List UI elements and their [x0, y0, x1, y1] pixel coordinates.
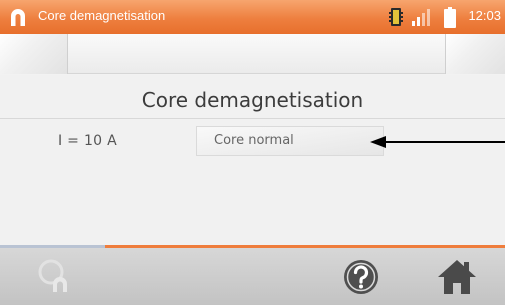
app-title: Core demagnetisation	[38, 8, 166, 23]
tab-right[interactable]	[445, 34, 505, 74]
core-status-field: Core normal	[196, 126, 384, 156]
device-icon	[389, 8, 403, 26]
tab-strip	[0, 34, 505, 74]
divider	[0, 118, 505, 119]
callout-arrow-icon	[370, 136, 505, 148]
start-button[interactable]	[36, 256, 78, 298]
screen: Core demagnetisation 12:03 Core demagnet…	[0, 0, 505, 305]
bottom-toolbar	[0, 248, 505, 305]
clock: 12:03	[468, 8, 501, 23]
page-title: Core demagnetisation	[141, 88, 364, 112]
current-label: I = 10 A	[58, 133, 118, 149]
battery-icon	[444, 7, 456, 28]
main-panel: Core demagnetisation I = 10 A Core norma…	[0, 75, 505, 245]
magnet-icon	[11, 9, 25, 26]
home-icon	[438, 260, 476, 294]
signal-icon	[412, 9, 430, 26]
home-button[interactable]	[436, 256, 478, 298]
help-button[interactable]	[340, 256, 382, 298]
help-icon	[344, 260, 378, 294]
demagnetise-icon	[38, 259, 67, 292]
tab-left[interactable]	[0, 34, 68, 74]
status-bar: Core demagnetisation 12:03	[0, 0, 505, 34]
